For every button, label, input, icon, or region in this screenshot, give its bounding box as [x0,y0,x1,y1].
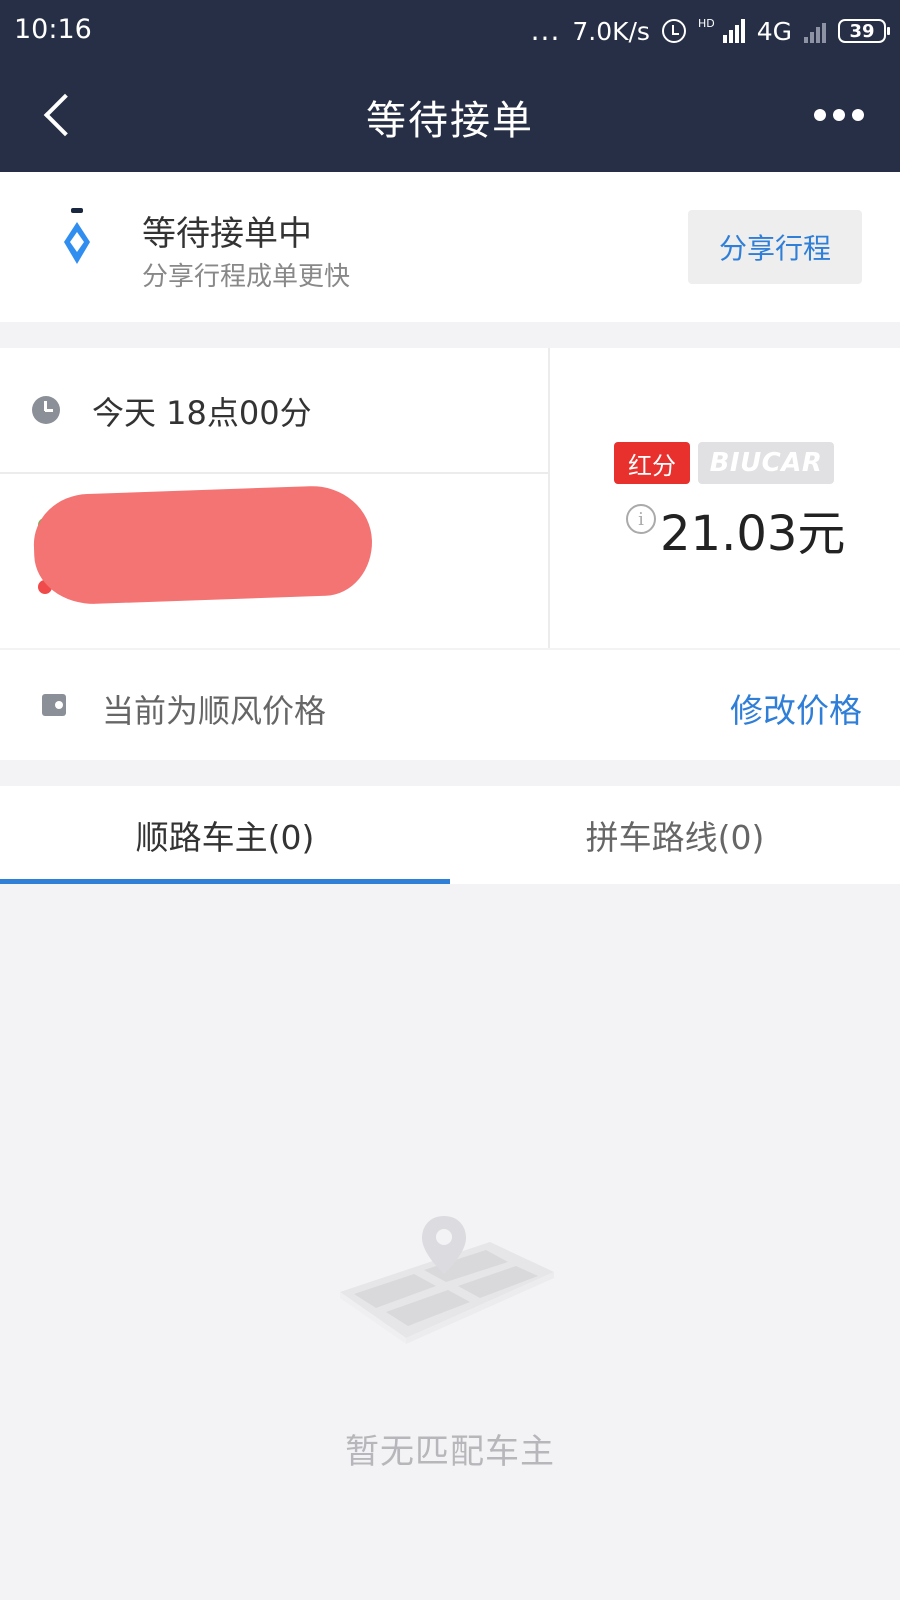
page-title: 等待接单 [366,98,534,144]
waiting-card: 等待接单中 分享行程成单更快 分享行程 [0,172,900,322]
network-type: 4G [756,16,792,46]
tab-carpool-routes[interactable]: 拼车路线(0) [450,786,900,884]
price-row: 当前为顺风价格 修改价格 [0,650,900,760]
nav-bar: 等待接单 [0,62,900,172]
active-tab-indicator [0,879,450,884]
redacted-addresses [32,484,374,606]
divider [0,472,548,474]
battery-level: 39 [849,20,875,42]
empty-state-text: 暂无匹配车主 [345,1432,555,1472]
divider [548,348,550,648]
battery-icon: 39 [838,19,890,43]
red-score-badge: 红分 [614,442,690,484]
app-logo-icon [64,208,90,264]
signal-secondary-icon [804,19,826,43]
more-notifications-icon: ... [530,14,561,47]
net-speed: 7.0K/s [572,16,650,46]
more-icon[interactable] [814,100,870,130]
top-bar: 10:16 ... 7.0K/s HD 4G 39 等待接单 [0,0,900,172]
trip-price: 21.03元 [660,506,846,562]
status-bar: 10:16 ... 7.0K/s HD 4G 39 [0,0,900,62]
status-time: 10:16 [14,14,92,45]
badge-group: 红分 BIUCAR [614,442,834,484]
waiting-title: 等待接单中 [142,214,312,254]
status-icons: ... 7.0K/s HD 4G 39 [530,14,890,48]
price-note: 当前为顺风价格 [102,692,327,730]
biucar-badge: BIUCAR [698,442,834,484]
signal-icon [722,19,745,43]
empty-map-icon [340,1216,554,1344]
departure-time[interactable]: 今天 18点00分 [92,388,312,434]
edit-price-button[interactable]: 修改价格 [730,684,862,732]
clock-icon [32,396,60,424]
tab-nearby-drivers[interactable]: 顺路车主(0) [0,786,450,884]
info-icon[interactable]: i [626,504,656,534]
share-trip-button[interactable]: 分享行程 [688,210,862,284]
wallet-icon [42,694,66,716]
alarm-icon [661,19,686,43]
trip-card: 今天 18点00分 红分 BIUCAR i 21.03元 [0,348,900,648]
hd-label: HD [697,16,715,30]
tab-bar: 顺路车主(0) 拼车路线(0) [0,786,900,884]
waiting-subtitle: 分享行程成单更快 [142,262,351,292]
